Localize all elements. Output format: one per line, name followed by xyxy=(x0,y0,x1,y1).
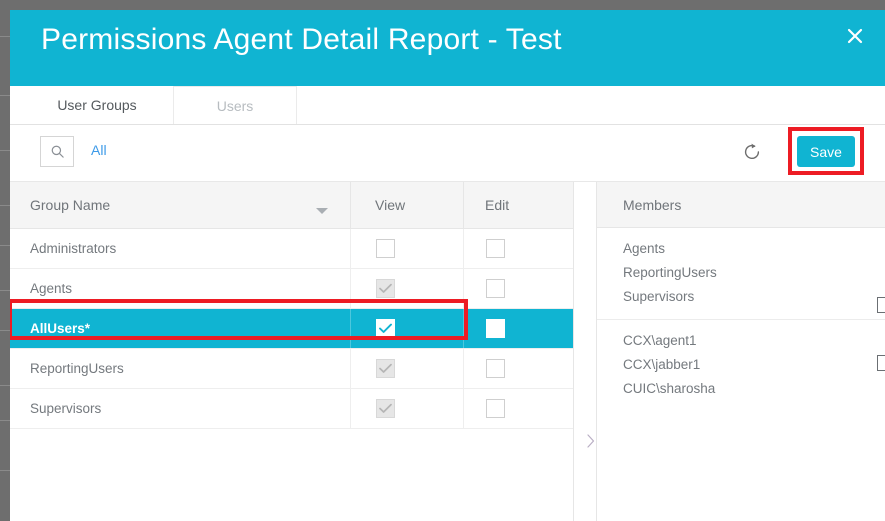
clipped-edge-checkbox-bottom[interactable] xyxy=(877,355,885,371)
save-button[interactable]: Save xyxy=(797,136,855,167)
cell-edit xyxy=(463,269,573,308)
cell-view xyxy=(350,309,463,348)
list-item: Agents xyxy=(623,241,666,256)
table-row[interactable]: AllUsers* xyxy=(10,309,573,349)
grid-header-row: Group Name View Edit xyxy=(10,182,573,229)
dialog-titlebar: Permissions Agent Detail Report - Test xyxy=(10,10,885,86)
members-panel: Members Agents ReportingUsers Supervisor… xyxy=(596,182,885,521)
search-icon[interactable] xyxy=(40,136,74,167)
cell-view xyxy=(350,229,463,268)
tab-bar: User Groups Users xyxy=(10,86,885,125)
page-title: Permissions Agent Detail Report - Test xyxy=(41,23,562,56)
chevron-right-icon[interactable] xyxy=(585,432,597,450)
clipped-edge-checkbox-top[interactable] xyxy=(877,297,885,313)
view-checkbox[interactable] xyxy=(376,359,395,378)
cell-view xyxy=(350,389,463,428)
view-checkbox[interactable] xyxy=(376,319,395,338)
chevron-down-icon[interactable] xyxy=(315,202,329,220)
cell-group-name: Administrators xyxy=(30,241,117,256)
cell-edit xyxy=(463,389,573,428)
permissions-dialog: Permissions Agent Detail Report - Test U… xyxy=(10,10,885,521)
table-row[interactable]: ReportingUsers xyxy=(10,349,573,389)
filter-all-link[interactable]: All xyxy=(91,142,107,158)
view-checkbox[interactable] xyxy=(376,399,395,418)
edit-checkbox[interactable] xyxy=(486,359,505,378)
members-group-roles: Agents ReportingUsers Supervisors xyxy=(597,228,885,320)
cell-group-name: Agents xyxy=(30,281,73,296)
list-item: ReportingUsers xyxy=(623,265,717,280)
column-header-view[interactable]: View xyxy=(350,182,463,228)
list-item: CCX\jabber1 xyxy=(623,357,701,372)
table-row[interactable]: Supervisors xyxy=(10,389,573,429)
column-header-edit[interactable]: Edit xyxy=(463,182,573,228)
permissions-grid: Group Name View Edit Administrators Agen… xyxy=(10,182,574,521)
cell-group-name: AllUsers* xyxy=(30,321,91,336)
column-header-group-name[interactable]: Group Name xyxy=(10,182,350,228)
cell-view xyxy=(350,349,463,388)
tab-users[interactable]: Users xyxy=(173,86,297,124)
list-item: CUIC\sharosha xyxy=(623,381,716,396)
members-panel-header: Members xyxy=(597,182,885,228)
cell-view xyxy=(350,269,463,308)
cell-edit xyxy=(463,229,573,268)
dialog-body: Group Name View Edit Administrators Agen… xyxy=(10,182,885,521)
table-row[interactable]: Administrators xyxy=(10,229,573,269)
edit-checkbox[interactable] xyxy=(486,399,505,418)
grid-toolbar: All Save xyxy=(10,125,885,182)
view-checkbox[interactable] xyxy=(376,239,395,258)
members-group-users: CCX\agent1 CCX\jabber1 CUIC\sharosha xyxy=(597,320,885,411)
edit-checkbox[interactable] xyxy=(486,319,505,338)
close-icon[interactable] xyxy=(837,18,873,54)
cell-edit xyxy=(463,309,573,348)
view-checkbox[interactable] xyxy=(376,279,395,298)
cell-edit xyxy=(463,349,573,388)
tab-user-groups[interactable]: User Groups xyxy=(22,86,172,124)
list-item: Supervisors xyxy=(623,289,695,304)
cell-group-name: ReportingUsers xyxy=(30,361,124,376)
refresh-icon[interactable] xyxy=(739,139,765,165)
list-item: CCX\agent1 xyxy=(623,333,697,348)
cell-group-name: Supervisors xyxy=(30,401,102,416)
edit-checkbox[interactable] xyxy=(486,239,505,258)
table-row[interactable]: Agents xyxy=(10,269,573,309)
edit-checkbox[interactable] xyxy=(486,279,505,298)
